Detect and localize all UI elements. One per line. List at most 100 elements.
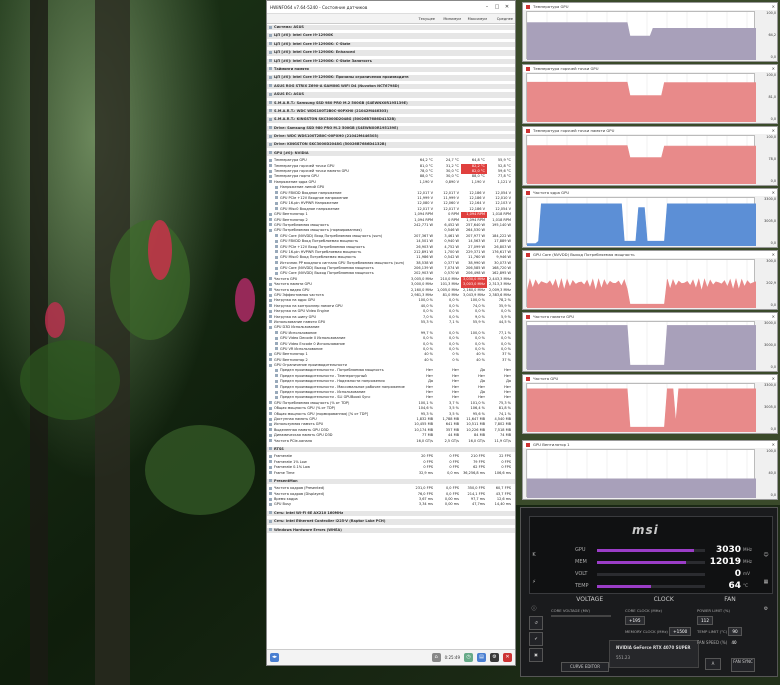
close-icon[interactable]: ✕ [502, 4, 512, 10]
graph-y-min: 0,0 [770, 303, 776, 307]
sensor-label-text: Температура GPU [274, 158, 307, 163]
sensor-label: Тайминги памяти [267, 67, 409, 72]
left-side-buttons: K ⚡ ⓘ [527, 552, 541, 612]
sensor-label-text: Напряжение линий GPU [280, 185, 325, 190]
sensor-group[interactable]: Сеть: Intel Ethernet Controller I225-V (… [267, 519, 515, 525]
col-min[interactable]: Минимум [437, 17, 463, 21]
sensor-label-text: Использование памяти GPU [274, 319, 326, 324]
close-icon[interactable]: ✕ [772, 313, 775, 320]
close-icon[interactable]: ✕ [772, 251, 775, 258]
close-icon[interactable]: ✕ [772, 127, 775, 134]
sensor-label-text: Используемая память GPU [274, 422, 324, 427]
sensor-graph-panel[interactable]: Температура GPU ✕ 100,0 64,2 0,0 [522, 2, 778, 62]
hwinfo-window[interactable]: HWiNFO64 v7.64-5240 - Состояние датчиков… [266, 0, 516, 666]
user-icon[interactable]: ☺ [763, 552, 768, 558]
close-icon[interactable]: ✕ [772, 3, 775, 10]
sensor-graph-panel[interactable]: GPU Core (NVVDD) Выход Потребляемая мощн… [522, 250, 778, 310]
sensor-label-text: Выделенная память GPU D3D [274, 427, 329, 432]
maximize-icon[interactable]: □ [492, 4, 502, 10]
temp-limit-value[interactable]: 90 [728, 627, 742, 636]
sensor-group[interactable]: GPU [#0]: NVIDIA [267, 150, 515, 157]
sensor-group[interactable]: ЦП [#0]: Intel Core i9-12900K: C-State [267, 41, 515, 48]
sensor-icon [269, 497, 272, 501]
sensor-group[interactable]: RTSS [267, 446, 515, 453]
sensor-icon [269, 460, 272, 464]
sensor-group[interactable]: ASUS EC: ASUS [267, 92, 515, 98]
value-min: 0,00 ms [444, 502, 459, 507]
sensor-group[interactable]: Drive: Samsung SSD 980 PRO M.2 500GB (S4… [267, 125, 515, 132]
close-icon[interactable]: ✕ [772, 65, 775, 72]
sensor-graph-panel[interactable]: Температура горячей точки GPU ✕ 100,0 81,0 0… [522, 64, 778, 124]
sensor-group[interactable]: Сеть: Intel Wi-Fi 6E AX210 160MHz [267, 510, 515, 517]
graph-svg [527, 260, 756, 308]
metric-bar [597, 584, 705, 588]
sensor-list[interactable]: Система: ASUS ЦП [#0]: Intel Core i9-1290… [267, 22, 515, 650]
arrows-icon[interactable]: ◂▸ [270, 653, 279, 662]
sensor-label-text: Напряжение ядра GPU [274, 179, 316, 184]
sensor-group[interactable]: ЦП [#0]: Intel Core i9-12900K: C-State З… [267, 58, 515, 64]
sensor-group[interactable]: Тайминги памяти [267, 66, 515, 73]
col-avg[interactable]: Среднее [489, 17, 515, 21]
col-max[interactable]: Максимум [463, 17, 489, 21]
core-voltage-control[interactable]: CORE VOLTAGE (MV) [551, 608, 611, 632]
sensor-group[interactable]: ЦП [#0]: Intel Core i9-12900K [267, 33, 515, 39]
sensor-icon [269, 439, 272, 443]
graph-plot [526, 383, 756, 432]
fan-auto-icon[interactable]: A [705, 658, 721, 670]
settings-gear-icon[interactable]: ⚙ [764, 606, 768, 612]
report-icon[interactable]: ▤ [477, 653, 486, 662]
sensor-group[interactable]: PresentMon [267, 478, 515, 485]
sensor-label: GPU [#0]: NVIDIA [267, 151, 409, 156]
fan-sync-button[interactable]: FAN SYNC [731, 658, 755, 672]
tab-voltage[interactable]: VOLTAGE [576, 594, 603, 606]
sensor-graph-panel[interactable]: Частота памяти GPU ✕ 3000,0 3000,0 0,0 [522, 312, 778, 372]
sensor-label-text: GPU PCIe +12V Вход Потребляемая мощность [280, 244, 365, 249]
sensor-graph-panel[interactable]: GPU Вентилятор 1 ✕ 100,0 40,0 0,0 [522, 440, 778, 500]
sensor-group[interactable]: ЦП [#0]: Intel Core i9-12900K: Причины о… [267, 75, 515, 81]
close-icon[interactable]: ✕ [772, 441, 775, 448]
hwinfo-titlebar[interactable]: HWiNFO64 v7.64-5240 - Состояние датчиков… [267, 1, 515, 14]
sensor-group[interactable]: S.M.A.R.T.: KINGSTON SKC3000D2048G (5002… [267, 117, 515, 123]
reset-icon[interactable]: ↺ [529, 616, 543, 630]
core-voltage-slider[interactable] [551, 615, 611, 617]
tab-fan[interactable]: FAN [724, 594, 736, 606]
sensor-graph-panel[interactable]: Температура горячей точки памяти GPU ✕ 100… [522, 126, 778, 186]
sensor-group[interactable]: ЦП [#0]: Intel Core i9-12900K: Enhanced [267, 50, 515, 56]
gear-icon[interactable]: ⚙ [490, 653, 499, 662]
memory-clock-value[interactable]: +1500 [669, 627, 692, 636]
graph-y-max: 3300,0 [764, 383, 776, 387]
sensor-row[interactable]: GPU Busy 3,34 ms 0,00 ms 47,7ms 14,40 ms [267, 502, 515, 507]
sensor-icon [269, 158, 272, 162]
sensor-group[interactable]: Drive: WDC WDS100T2B0C-00PXH0 (21042M446… [267, 134, 515, 140]
sensor-group[interactable]: ASUS ROG STRIX Z690-A GAMING WIFI D4 (Nu… [267, 83, 515, 90]
network-icon[interactable]: ⌂ [431, 653, 441, 662]
close-icon[interactable]: ✕ [503, 653, 512, 662]
tab-clock[interactable]: CLOCK [654, 594, 674, 606]
save-icon[interactable]: ▣ [529, 648, 543, 662]
minimize-icon[interactable]: – [482, 4, 492, 10]
msi-afterburner-window[interactable]: msi GPU 3030 MHz MEM 12019 MHz VOLT 0 mV TEMP 64 °C… [520, 507, 778, 677]
temp-limit-label: TEMP LIMIT (°C) [697, 629, 728, 634]
sensor-graph-panel[interactable]: Частота ядра GPU ✕ 3300,0 3005,0 0,0 [522, 188, 778, 248]
group-icon [269, 142, 272, 146]
info-icon[interactable]: ⓘ [531, 605, 536, 612]
k-boost-icon[interactable]: K [532, 552, 535, 558]
sensor-graph-panel[interactable]: Частота GPU ✕ 3300,0 3005,0 0,0 [522, 374, 778, 434]
col-current[interactable]: Текущее [411, 17, 437, 21]
sensor-group[interactable]: S.M.A.R.T.: Samsung SSD 980 PRO M.2 500G… [267, 100, 515, 106]
apply-icon[interactable]: ✔ [529, 632, 543, 646]
sensor-row[interactable]: Частота PCIe-канала 16,0 GT/s 2,5 GT/s 16,0… [267, 439, 515, 444]
group-icon [269, 101, 272, 105]
close-icon[interactable]: ✕ [772, 189, 775, 196]
sensor-row[interactable]: Frame Time 32,9 ms 0,0 ms 36,256,8 ms 106,6 … [267, 471, 515, 476]
sensor-label-text: GPU Потребляемая мощность (нормированная… [274, 228, 362, 233]
clock-icon[interactable]: ◷ [464, 653, 473, 662]
sensor-group[interactable]: Drive: KINGSTON SKC3000D2048G (50026B768… [267, 142, 515, 148]
curve-editor-button[interactable]: CURVE EDITOR [561, 662, 609, 672]
sensor-group[interactable]: Windows Hardware Errors (WHEA) [267, 527, 515, 534]
sensor-group[interactable]: Система: ASUS [267, 25, 515, 31]
oc-scanner-icon[interactable]: ⚡ [532, 579, 536, 585]
close-icon[interactable]: ✕ [772, 375, 775, 382]
sensor-group[interactable]: S.M.A.R.T.: WDC WDS100T2B0C-00PXH0 (2104… [267, 108, 515, 115]
monitor-icon[interactable]: ▦ [764, 579, 769, 585]
